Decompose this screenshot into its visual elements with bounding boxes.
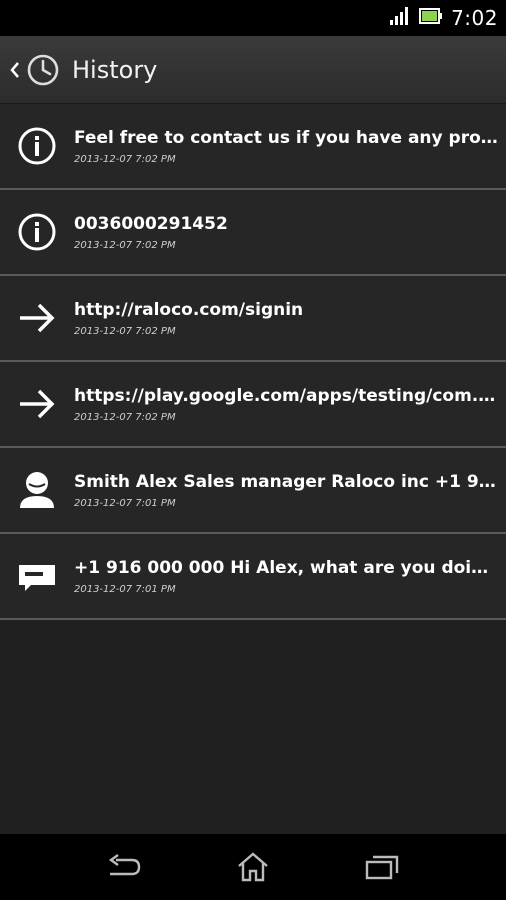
status-bar: 7:02: [0, 0, 506, 36]
battery-icon: [419, 7, 443, 29]
navigation-bar: [0, 834, 506, 900]
chevron-left-icon[interactable]: [4, 36, 26, 104]
action-bar: History: [0, 36, 506, 104]
clock-icon[interactable]: [26, 53, 60, 87]
signal-icon: [389, 6, 411, 30]
arrow-right-icon: [0, 275, 74, 361]
list-item[interactable]: http://raloco.com/signin 2013-12-07 7:02…: [0, 276, 506, 362]
item-timestamp: 2013-12-07 7:02 PM: [74, 153, 176, 165]
item-timestamp: 2013-12-07 7:02 PM: [74, 325, 176, 337]
contact-icon: [0, 447, 74, 533]
info-icon: [0, 189, 74, 275]
item-text: +1 916 000 000 Hi Alex, what are you doi…: [74, 557, 498, 578]
page-title: History: [72, 55, 158, 84]
list-item[interactable]: Smith Alex Sales manager Raloco inc +1 9…: [0, 448, 506, 534]
item-timestamp: 2013-12-07 7:02 PM: [74, 411, 176, 423]
recents-icon[interactable]: [352, 837, 412, 897]
message-icon: [0, 533, 74, 619]
home-icon[interactable]: [223, 837, 283, 897]
list-item[interactable]: Feel free to contact us if you have any …: [0, 104, 506, 190]
item-text: Feel free to contact us if you have any …: [74, 127, 498, 148]
list-item[interactable]: https://play.google.com/apps/testing/com…: [0, 362, 506, 448]
back-icon[interactable]: [94, 837, 154, 897]
item-timestamp: 2013-12-07 7:01 PM: [74, 497, 176, 509]
item-text: 0036000291452: [74, 213, 228, 234]
status-time: 7:02: [451, 6, 498, 30]
item-text: http://raloco.com/signin: [74, 299, 304, 320]
item-text: Smith Alex Sales manager Raloco inc +1 9…: [74, 471, 498, 492]
history-list: Feel free to contact us if you have any …: [0, 104, 506, 620]
item-timestamp: 2013-12-07 7:02 PM: [74, 239, 176, 251]
arrow-right-icon: [0, 361, 74, 447]
item-timestamp: 2013-12-07 7:01 PM: [74, 583, 176, 595]
info-icon: [0, 103, 74, 189]
list-item[interactable]: +1 916 000 000 Hi Alex, what are you doi…: [0, 534, 506, 620]
list-item[interactable]: 0036000291452 2013-12-07 7:02 PM: [0, 190, 506, 276]
item-text: https://play.google.com/apps/testing/com…: [74, 385, 498, 406]
